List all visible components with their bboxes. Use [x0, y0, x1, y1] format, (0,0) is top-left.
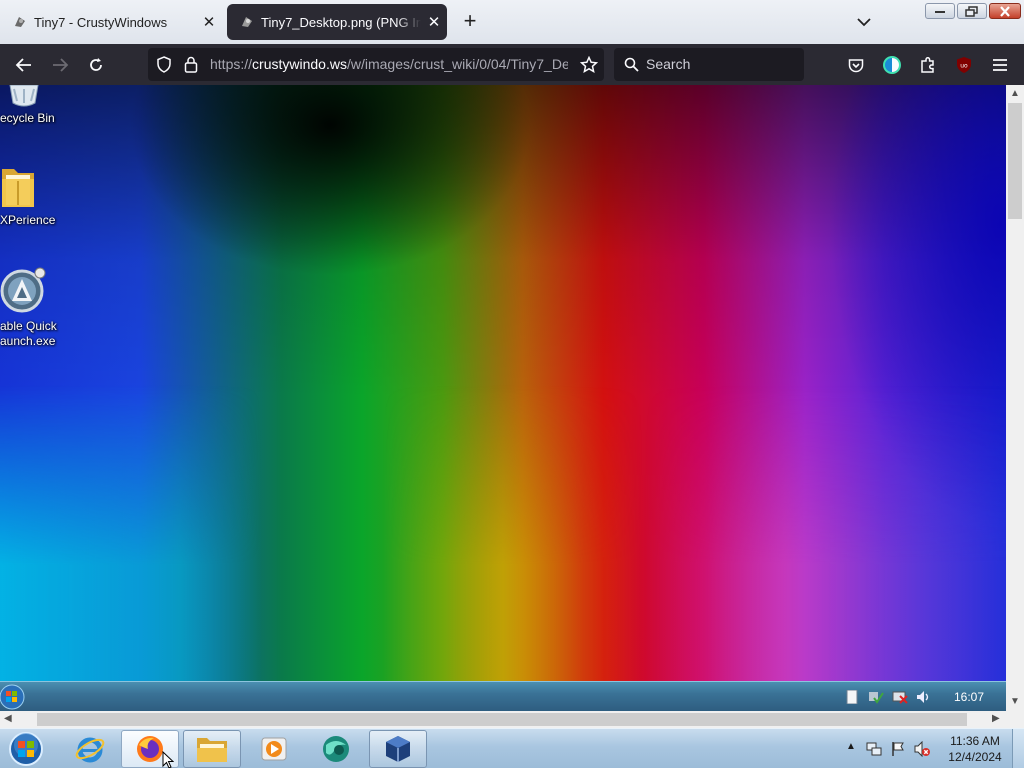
- taskbar-virtualbox[interactable]: [369, 730, 427, 768]
- tab-title: Tiny7_Desktop.png (PNG Image: [261, 14, 421, 30]
- mouse-cursor-icon: [162, 751, 174, 768]
- volume-muted-icon[interactable]: [914, 741, 930, 757]
- taskbar-clock[interactable]: 11:36 AM 12/4/2024: [946, 733, 1004, 765]
- show-desktop-button[interactable]: [1012, 729, 1024, 768]
- screenshot-tray: 16:07: [840, 682, 1006, 711]
- globe-browser-icon: [323, 736, 349, 762]
- scrollbar-corner: [1006, 711, 1024, 728]
- navigation-toolbar: https://crustywindo.ws/w/images/crust_wi…: [0, 44, 1024, 85]
- ublock-origin-button[interactable]: uo: [949, 50, 979, 80]
- extensions-button[interactable]: [913, 50, 943, 80]
- screenshot-clock: 16:07: [953, 690, 984, 704]
- restore-button[interactable]: [957, 3, 987, 19]
- launcher-icon: [0, 263, 64, 313]
- minimize-button[interactable]: [925, 3, 955, 19]
- desktop-icon-label: XPerience: [0, 213, 56, 227]
- horizontal-scrollbar[interactable]: ◀ ▶: [0, 711, 1006, 728]
- wallpaper-gradient-overlay: [0, 385, 1006, 685]
- tracking-protection-shield-icon[interactable]: [156, 56, 172, 73]
- scroll-right-arrow-icon[interactable]: ▶: [992, 714, 1000, 724]
- shield-check-icon: [868, 692, 884, 704]
- search-icon: [624, 57, 639, 72]
- page-favicon-icon: [235, 15, 259, 29]
- forward-arrow-icon: [53, 58, 69, 72]
- horizontal-scroll-thumb[interactable]: [37, 713, 967, 726]
- desktop-icon-xperience: XPerience: [0, 157, 64, 228]
- url-path: /w/images/crust_wiki/0/04/Tiny7_Desktop.…: [346, 56, 568, 72]
- displayed-image: ecycle Bin XPerience able Quick aunch.ex…: [0, 85, 1006, 711]
- scroll-left-arrow-icon[interactable]: ◀: [4, 714, 12, 724]
- network-error-icon: [892, 691, 908, 704]
- search-input[interactable]: Search: [614, 48, 804, 81]
- volume-icon: [916, 691, 929, 703]
- close-window-button[interactable]: [989, 3, 1021, 19]
- svg-text:uo: uo: [960, 63, 968, 70]
- internet-explorer-icon: [75, 737, 105, 763]
- scroll-up-arrow-icon[interactable]: ▲: [1010, 89, 1020, 99]
- url-protocol: https://: [210, 56, 253, 72]
- desktop-icon-label: aunch.exe: [0, 334, 56, 348]
- bookmark-star-icon[interactable]: [580, 56, 598, 74]
- url-domain: crustywindo.ws: [252, 56, 347, 72]
- start-orb-icon: [0, 684, 25, 710]
- desktop-icon-portable-quick-launch: able Quick aunch.exe: [0, 263, 64, 349]
- url-bar[interactable]: https://crustywindo.ws/w/images/crust_wi…: [148, 48, 604, 81]
- account-button[interactable]: [877, 50, 907, 80]
- start-button[interactable]: [6, 731, 46, 767]
- clock-date: 12/4/2024: [948, 750, 1002, 764]
- media-player-icon: [261, 737, 287, 761]
- document-icon: [846, 690, 858, 704]
- forward-button[interactable]: [45, 50, 75, 80]
- pocket-button[interactable]: [841, 50, 871, 80]
- tab-strip: Tiny7 - CrustyWindows ✕ Tiny7_Desktop.pn…: [0, 0, 1024, 44]
- chevron-down-icon: [857, 17, 871, 26]
- back-arrow-icon: [15, 58, 31, 72]
- network-icon[interactable]: [866, 741, 882, 757]
- ublock-shield-icon: uo: [957, 57, 971, 73]
- pocket-icon: [848, 58, 864, 72]
- list-all-tabs-button[interactable]: [852, 8, 876, 36]
- recycle-bin-icon: [0, 85, 64, 127]
- desktop-icon-label: able Quick: [0, 319, 57, 333]
- taskbar-browser[interactable]: [307, 730, 365, 768]
- action-center-flag-icon[interactable]: [890, 741, 906, 757]
- virtualbox-icon: [386, 736, 410, 762]
- screenshot-taskbar: 16:07: [0, 681, 1006, 711]
- new-tab-button[interactable]: +: [458, 8, 482, 36]
- close-icon: [1000, 5, 1010, 17]
- desktop-icon-recycle-bin: ecycle Bin: [0, 85, 64, 126]
- search-placeholder: Search: [646, 56, 691, 72]
- taskbar-internet-explorer[interactable]: [61, 730, 119, 768]
- minimize-icon: [935, 11, 945, 13]
- windows-taskbar: ▲ 11:36 AM 12/4/2024: [0, 728, 1024, 768]
- lock-icon[interactable]: [184, 56, 198, 73]
- page-favicon-icon: [8, 15, 32, 29]
- taskbar-media-player[interactable]: [245, 730, 303, 768]
- back-button[interactable]: [9, 50, 39, 80]
- vertical-scrollbar[interactable]: ▲ ▼: [1006, 85, 1024, 711]
- tab-tiny7-crustywindows[interactable]: Tiny7 - CrustyWindows ✕: [0, 4, 222, 40]
- file-explorer-icon: [197, 738, 227, 762]
- account-avatar-icon: [883, 56, 901, 74]
- close-tab-icon[interactable]: ✕: [421, 13, 447, 31]
- tab-tiny7-desktop-png[interactable]: Tiny7_Desktop.png (PNG Image ✕: [227, 4, 447, 40]
- scroll-down-arrow-icon[interactable]: ▼: [1010, 697, 1020, 707]
- reload-icon: [90, 58, 102, 71]
- close-tab-icon[interactable]: ✕: [196, 13, 222, 31]
- url-text[interactable]: https://crustywindo.ws/w/images/crust_wi…: [210, 56, 568, 72]
- puzzle-piece-icon: [921, 56, 934, 73]
- vertical-scroll-thumb[interactable]: [1008, 103, 1022, 219]
- folder-icon: [0, 157, 64, 207]
- restore-icon: [965, 5, 978, 17]
- reload-button[interactable]: [81, 50, 111, 80]
- clock-time: 11:36 AM: [950, 734, 1000, 748]
- taskbar-firefox[interactable]: [121, 730, 179, 768]
- tab-title: Tiny7 - CrustyWindows: [34, 14, 168, 30]
- taskbar-file-explorer[interactable]: [183, 730, 241, 768]
- hamburger-menu-icon: [993, 59, 1007, 71]
- app-menu-button[interactable]: [985, 50, 1015, 80]
- show-hidden-icons-icon[interactable]: ▲: [846, 741, 862, 757]
